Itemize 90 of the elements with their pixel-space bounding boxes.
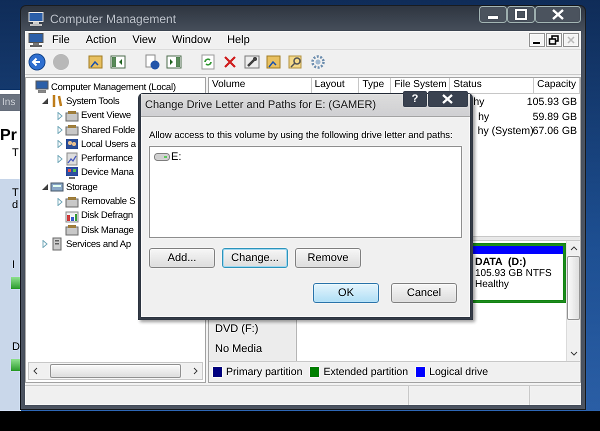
- tree-item[interactable]: Computer Management (Local): [50, 82, 177, 93]
- column-header[interactable]: Capacity: [534, 78, 580, 93]
- computer-icon[interactable]: [28, 33, 44, 47]
- tree-item[interactable]: Event Viewe: [80, 110, 132, 122]
- list-item[interactable]: E:: [171, 151, 182, 163]
- collapse-icon[interactable]: [41, 183, 49, 192]
- legend-label: Extended partition: [323, 366, 408, 378]
- table-cell: hy: [473, 96, 484, 108]
- chart-icon: [65, 152, 79, 166]
- scroll-left-icon[interactable]: [32, 367, 40, 375]
- tree-item[interactable]: Performance: [80, 153, 134, 164]
- text-fragment: T: [11, 147, 20, 159]
- dialog-button[interactable]: Cancel: [391, 283, 457, 303]
- help-icon[interactable]: [144, 54, 160, 70]
- partition-size: 105.93 GB NTFS: [475, 268, 553, 279]
- drive-icon: [154, 153, 170, 161]
- text-fragment: T: [11, 187, 20, 199]
- window-title: Computer Management: [50, 12, 176, 26]
- services-icon: [50, 237, 64, 252]
- refresh-icon[interactable]: [200, 54, 216, 70]
- tree-item[interactable]: Device Mana: [80, 167, 135, 178]
- menu-item[interactable]: File: [44, 34, 78, 46]
- expand-icon[interactable]: [41, 240, 49, 248]
- delete-icon[interactable]: [222, 54, 238, 70]
- tree-item[interactable]: Disk Manage: [80, 224, 135, 236]
- partition-status: Healthy: [475, 279, 510, 290]
- tree-item[interactable]: Shared Folde: [80, 124, 136, 136]
- minimize-icon[interactable]: [479, 6, 507, 23]
- legend-label: Logical drive: [429, 366, 488, 378]
- table-cell-text: 67.06 GB: [532, 125, 578, 138]
- search-icon[interactable]: [288, 54, 304, 70]
- dialog-button[interactable]: OK: [313, 283, 379, 303]
- tree-item[interactable]: Disk Defragn: [80, 210, 134, 222]
- meter-fragment: [11, 359, 21, 371]
- legend-label: Primary partition: [226, 366, 302, 378]
- table-cell-text: 59.89 GB: [532, 110, 578, 123]
- heading-fragment: Pr: [0, 127, 18, 145]
- tree-item[interactable]: Storage: [65, 182, 99, 193]
- drive-status: No Media: [215, 343, 264, 355]
- prompt-text: Allow access to this volume by using the following drive letter and paths:: [149, 130, 454, 141]
- menu-item[interactable]: Window: [164, 34, 220, 46]
- tools-icon: [50, 94, 64, 108]
- expand-icon[interactable]: [56, 126, 64, 134]
- maximize-icon[interactable]: [507, 6, 535, 23]
- back-icon[interactable]: [28, 53, 46, 71]
- expand-icon[interactable]: [56, 198, 64, 206]
- table-cell: hy (System): [478, 125, 534, 138]
- pane-icon[interactable]: [110, 54, 126, 70]
- storage-icon: [50, 180, 64, 194]
- menu-item[interactable]: View: [124, 34, 164, 46]
- scrollbar[interactable]: [566, 241, 580, 361]
- restore-icon[interactable]: [546, 33, 562, 47]
- minimize-icon[interactable]: [529, 33, 545, 47]
- dialog-button[interactable]: Add...: [149, 248, 215, 268]
- text-fragment: d: [11, 199, 20, 211]
- scroll-up-icon[interactable]: [570, 244, 578, 252]
- defrag-icon: [65, 208, 79, 223]
- menu-item[interactable]: Action: [78, 34, 124, 46]
- tree-item[interactable]: System Tools: [65, 96, 120, 107]
- menu-item[interactable]: Help: [219, 34, 258, 46]
- tree-item[interactable]: Removable S: [80, 196, 136, 208]
- expand-icon[interactable]: [56, 112, 64, 120]
- dialog-button[interactable]: Remove: [295, 248, 361, 268]
- scroll-right-icon[interactable]: [191, 367, 199, 375]
- close-icon[interactable]: [428, 91, 468, 107]
- close-icon[interactable]: [535, 6, 581, 23]
- table-cell: hy: [478, 110, 490, 123]
- dialog-button[interactable]: Change...: [222, 248, 288, 268]
- pane-icon[interactable]: [166, 54, 182, 70]
- computer-icon: [28, 12, 44, 26]
- drive-name: DVD (F:): [215, 323, 260, 335]
- meter-fragment: [11, 277, 21, 289]
- path-list[interactable]: E:: [149, 146, 462, 238]
- text-fragment: I: [11, 259, 16, 271]
- users-icon: [65, 137, 79, 152]
- tree-item[interactable]: Local Users a: [80, 138, 137, 150]
- computer-icon: [35, 80, 49, 94]
- gear-icon[interactable]: [310, 54, 326, 70]
- expand-icon[interactable]: [56, 140, 64, 148]
- scrollbar[interactable]: [28, 362, 203, 380]
- scroll-down-icon[interactable]: [570, 350, 578, 358]
- table-cell-text: 105.93 GB: [526, 96, 578, 108]
- expand-icon[interactable]: [56, 154, 64, 163]
- tree-item[interactable]: Services and Ap: [65, 238, 132, 250]
- partition-name: DATA (D:): [475, 256, 528, 268]
- text-fragment: D: [11, 341, 21, 353]
- help-button[interactable]: ?: [403, 91, 427, 107]
- collapse-icon[interactable]: [41, 97, 49, 106]
- device-icon: [65, 166, 79, 180]
- dialog-title: Change Drive Letter and Paths for E: (GAMER): [145, 99, 376, 111]
